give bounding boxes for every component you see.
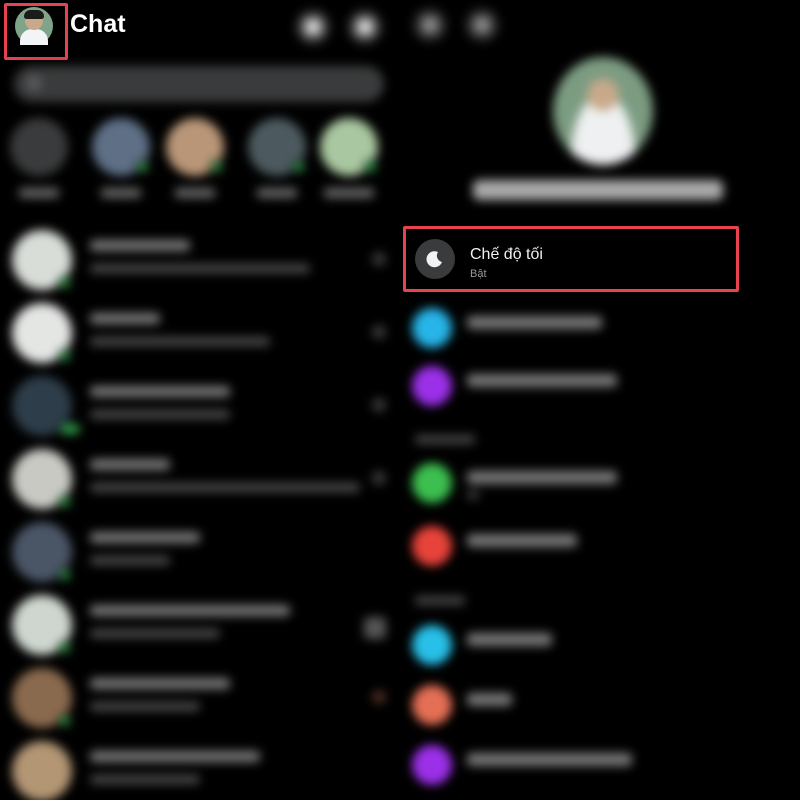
camera-icon — [305, 19, 321, 35]
avatar-highlight-box — [4, 3, 68, 60]
conversation-item[interactable] — [12, 449, 390, 509]
story-item[interactable] — [320, 118, 380, 198]
profile-name — [473, 180, 723, 200]
section-header — [415, 596, 465, 605]
compose-icon — [357, 19, 373, 35]
settings-row[interactable] — [407, 677, 787, 731]
dark-mode-highlight-box — [403, 226, 739, 292]
conversation-item[interactable] — [12, 741, 390, 800]
settings-row[interactable] — [407, 737, 787, 791]
back-icon — [422, 17, 438, 33]
qr-icon — [474, 17, 490, 33]
qr-button[interactable] — [465, 8, 499, 42]
story-item[interactable] — [92, 118, 152, 198]
settings-row[interactable] — [407, 358, 787, 412]
search-icon — [28, 77, 40, 89]
back-button[interactable] — [413, 8, 447, 42]
settings-row[interactable] — [407, 518, 787, 572]
compose-button[interactable] — [348, 10, 382, 44]
settings-panel — [395, 0, 800, 800]
settings-row[interactable] — [407, 455, 787, 509]
conversation-item[interactable] — [12, 230, 390, 290]
story-item[interactable] — [10, 118, 70, 198]
section-header — [415, 435, 475, 444]
conversation-item[interactable] — [12, 376, 390, 436]
chat-list-panel: Chat — [0, 0, 395, 800]
conversation-item[interactable] — [12, 595, 390, 655]
settings-row[interactable] — [407, 300, 787, 354]
search-bar[interactable] — [14, 66, 384, 102]
profile-picture[interactable] — [553, 57, 653, 165]
stories-row — [10, 118, 390, 218]
camera-button[interactable] — [296, 10, 330, 44]
settings-row[interactable] — [407, 617, 787, 671]
conversation-item[interactable] — [12, 522, 390, 582]
conversation-item[interactable] — [12, 668, 390, 728]
page-title: Chat — [70, 10, 126, 38]
conversation-item[interactable] — [12, 303, 390, 363]
story-item[interactable] — [166, 118, 226, 198]
story-item[interactable] — [248, 118, 308, 198]
